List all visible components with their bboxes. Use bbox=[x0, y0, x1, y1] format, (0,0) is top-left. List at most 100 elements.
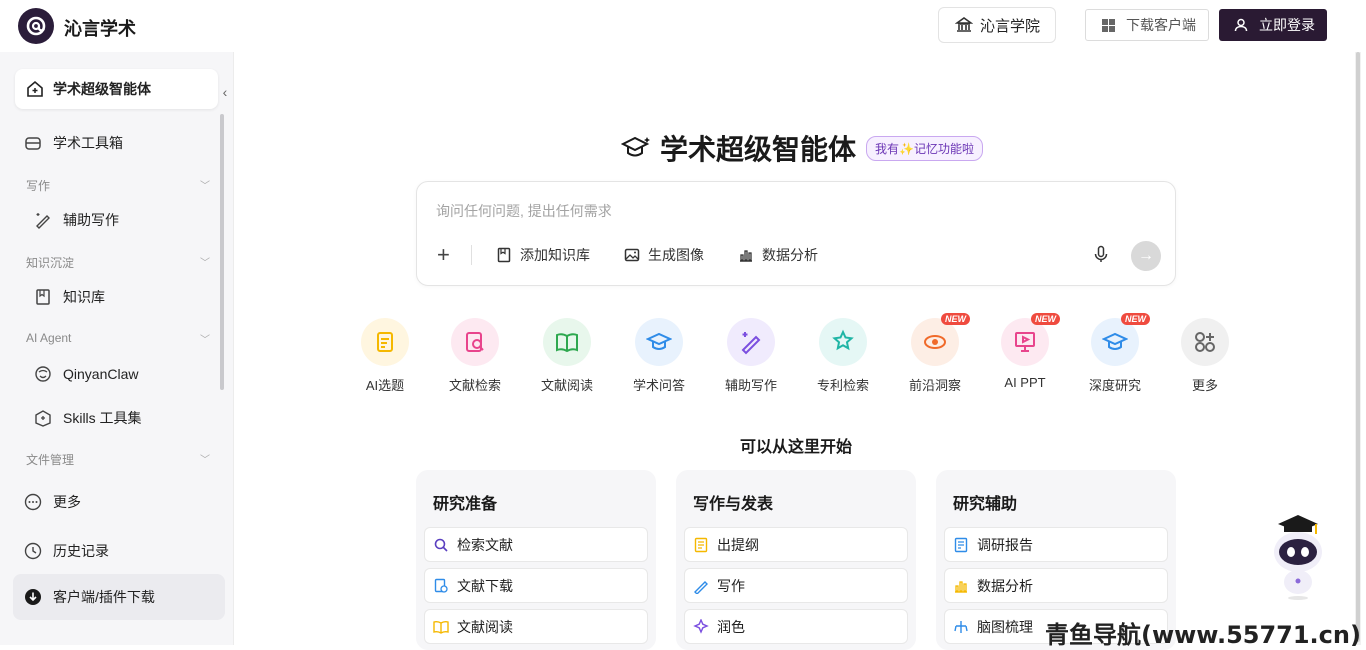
card-row[interactable]: 文献下载 bbox=[424, 568, 648, 603]
literature-search-icon bbox=[451, 318, 499, 366]
frontier-insight-icon: NEW bbox=[911, 313, 970, 366]
send-button[interactable]: → bbox=[1131, 241, 1161, 271]
sidebar-item-assist-writing[interactable]: 辅助写作 bbox=[33, 210, 119, 230]
more-icon bbox=[23, 492, 43, 512]
open-book-icon bbox=[433, 619, 449, 635]
feature-label: 深度研究 bbox=[1088, 378, 1141, 393]
ai-ppt-icon: NEW bbox=[1001, 313, 1060, 366]
add-knowledge-base-button[interactable]: 添加知识库 bbox=[494, 245, 590, 265]
patent-search-icon bbox=[819, 318, 867, 366]
card-row[interactable]: 文献阅读 bbox=[424, 609, 648, 644]
document-download-icon bbox=[433, 578, 449, 594]
card-row-label: 检索文献 bbox=[457, 536, 513, 553]
sidebar: 学术超级智能体 ‹ 学术工具箱 写作 ﹀ 辅助写作 知识沉淀 ﹀ 知识库 AI … bbox=[0, 52, 234, 645]
generate-image-button[interactable]: 生成图像 bbox=[622, 245, 704, 265]
input-toolbar: + 添加知识库 生成图像 数据分析 bbox=[437, 242, 850, 268]
login-button[interactable]: 立即登录 bbox=[1219, 9, 1327, 41]
feature-deep-research[interactable]: NEW 深度研究 bbox=[1075, 313, 1155, 394]
graduation-cap-icon bbox=[620, 132, 652, 164]
card-row-label: 文献下载 bbox=[457, 577, 513, 594]
sidebar-item-history[interactable]: 历史记录 bbox=[23, 541, 109, 561]
windows-icon bbox=[1098, 15, 1118, 35]
sidebar-item-label: 知识库 bbox=[63, 289, 105, 305]
sidebar-item-super-agent[interactable]: 学术超级智能体 bbox=[15, 69, 218, 109]
sidebar-item-toolbox[interactable]: 学术工具箱 bbox=[23, 133, 123, 153]
sidebar-item-label: 辅助写作 bbox=[63, 212, 119, 228]
skills-box-icon bbox=[33, 408, 53, 428]
feature-label: 专利检索 bbox=[816, 378, 869, 393]
section-files[interactable]: 文件管理 ﹀ bbox=[26, 451, 210, 468]
client-plugin-download-button[interactable]: 客户端/插件下载 bbox=[13, 574, 225, 620]
download-client-button[interactable]: 下载客户端 bbox=[1085, 9, 1209, 41]
card-row-label: 调研报告 bbox=[977, 536, 1033, 553]
feature-literature-search[interactable]: 文献检索 bbox=[435, 318, 515, 394]
sparkle-icon bbox=[693, 618, 709, 635]
feature-patent-search[interactable]: 专利检索 bbox=[803, 318, 883, 394]
chevron-down-icon: ﹀ bbox=[200, 335, 210, 346]
section-knowledge[interactable]: 知识沉淀 ﹀ bbox=[26, 254, 210, 271]
academy-button[interactable]: 沁言学院 bbox=[938, 7, 1056, 43]
collapse-sidebar-icon[interactable]: ‹ bbox=[217, 80, 233, 104]
card-row[interactable]: 写作 bbox=[684, 568, 908, 603]
feature-label: AI PPT bbox=[1004, 375, 1046, 390]
feature-label: 前沿洞察 bbox=[908, 378, 961, 393]
card-row-label: 文献阅读 bbox=[457, 618, 513, 635]
deep-research-icon: NEW bbox=[1091, 313, 1150, 366]
card-row-label: 写作 bbox=[717, 577, 745, 594]
bar-chart-icon bbox=[736, 245, 756, 265]
chat-input-box[interactable]: 询问任何问题, 提出任何需求 + 添加知识库 生成图像 数据分析 → bbox=[416, 181, 1176, 286]
sidebar-item-qinyanclaw[interactable]: QinyanClaw bbox=[33, 364, 138, 384]
card-row[interactable]: 检索文献 bbox=[424, 527, 648, 562]
feature-ai-topic[interactable]: AI选题 bbox=[345, 318, 425, 394]
main-scrollbar[interactable] bbox=[1355, 52, 1361, 645]
sidebar-item-more[interactable]: 更多 bbox=[23, 492, 81, 512]
microphone-icon[interactable] bbox=[1091, 244, 1111, 264]
sidebar-item-label: 历史记录 bbox=[53, 543, 109, 559]
plus-icon[interactable]: + bbox=[437, 242, 457, 268]
section-writing[interactable]: 写作 ﹀ bbox=[26, 177, 210, 194]
sidebar-scrollbar[interactable] bbox=[220, 114, 224, 390]
magic-pen-icon bbox=[33, 210, 53, 230]
data-analysis-button[interactable]: 数据分析 bbox=[736, 245, 818, 265]
feature-frontier-insight[interactable]: NEW 前沿洞察 bbox=[895, 313, 975, 394]
feature-more-apps[interactable]: 更多 bbox=[1165, 318, 1245, 394]
bank-icon bbox=[954, 15, 974, 35]
title-row: 学术超级智能体 我有✨记忆功能啦 bbox=[620, 128, 983, 168]
section-label: 知识沉淀 bbox=[26, 256, 75, 270]
feature-ai-ppt[interactable]: NEW AI PPT bbox=[985, 313, 1065, 390]
feature-literature-reading[interactable]: 文献阅读 bbox=[527, 318, 607, 394]
more-apps-icon bbox=[1181, 318, 1229, 366]
mindmap-icon bbox=[953, 619, 969, 635]
tool-label: 添加知识库 bbox=[520, 247, 590, 263]
section-label: 写作 bbox=[26, 179, 51, 193]
sidebar-item-knowledge-base[interactable]: 知识库 bbox=[33, 287, 105, 307]
toolbox-icon bbox=[23, 133, 43, 153]
image-icon bbox=[622, 245, 642, 265]
report-icon bbox=[953, 537, 969, 553]
card-research-prep: 研究准备检索文献文献下载文献阅读 bbox=[416, 470, 656, 650]
logo-icon[interactable] bbox=[18, 8, 54, 44]
feature-label: 文献阅读 bbox=[540, 378, 593, 393]
client-download-label: 客户端/插件下载 bbox=[53, 589, 155, 605]
home-plus-icon bbox=[25, 79, 45, 99]
feature-academic-qa[interactable]: 学术问答 bbox=[619, 318, 699, 394]
login-label: 立即登录 bbox=[1259, 17, 1315, 33]
feature-assist-writing[interactable]: 辅助写作 bbox=[711, 318, 791, 394]
card-row[interactable]: 润色 bbox=[684, 609, 908, 644]
logo-text[interactable]: 沁言学术 bbox=[64, 15, 136, 41]
card-row-label: 数据分析 bbox=[977, 577, 1033, 594]
card-row[interactable]: 调研报告 bbox=[944, 527, 1168, 562]
bar-chart-icon bbox=[953, 578, 969, 594]
card-row-label: 出提纲 bbox=[717, 536, 759, 553]
ai-topic-icon bbox=[361, 318, 409, 366]
top-header: 沁言学术 沁言学院 下载客户端 立即登录 bbox=[0, 0, 1366, 52]
sidebar-item-skills[interactable]: Skills 工具集 bbox=[33, 408, 142, 428]
card-title: 研究准备 bbox=[433, 496, 498, 513]
chat-input-placeholder[interactable]: 询问任何问题, 提出任何需求 bbox=[436, 201, 612, 221]
section-ai-agent[interactable]: AI Agent ﹀ bbox=[26, 331, 210, 346]
card-row[interactable]: 出提纲 bbox=[684, 527, 908, 562]
robot-mascot-icon[interactable] bbox=[1268, 510, 1328, 602]
card-row[interactable]: 数据分析 bbox=[944, 568, 1168, 603]
chevron-down-icon: ﹀ bbox=[200, 181, 210, 192]
tool-label: 生成图像 bbox=[648, 247, 704, 263]
